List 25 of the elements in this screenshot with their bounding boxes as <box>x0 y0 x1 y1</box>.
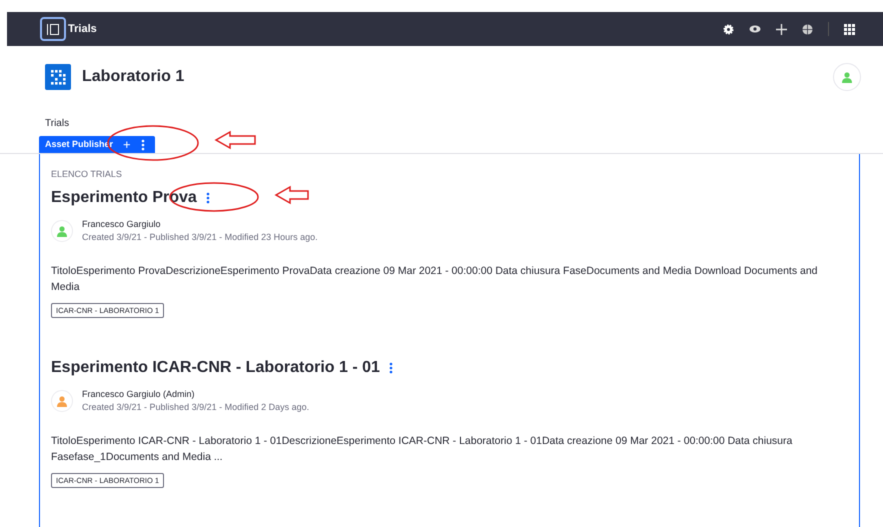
author-name: Francesco Gargiulo (Admin) <box>82 388 196 401</box>
kebab-icon[interactable] <box>206 192 210 204</box>
settings-icon[interactable] <box>723 24 734 34</box>
entry-summary: TitoloEsperimento ProvaDescrizioneEsperimento ProvaData creazione 09 Mar 2021 - 00:00:00 Data chiusura FaseDocuments and Media Download Documents and Media <box>51 264 819 294</box>
entry-meta: Created 3/9/21 - Published 3/9/21 - Modified 2 Days ago. <box>82 401 310 414</box>
site-logo-icon <box>45 64 71 90</box>
entry-title[interactable]: Esperimento ICAR-CNR - Laboratorio 1 - 01 <box>51 356 380 380</box>
globe-icon[interactable] <box>802 24 813 34</box>
user-icon <box>842 72 852 82</box>
callout-arrow <box>274 186 309 204</box>
callout-arrow <box>214 130 256 150</box>
breadcrumb-label: Trials <box>45 118 70 129</box>
page-title: Trials <box>68 22 97 37</box>
add-button[interactable]: + <box>123 138 131 151</box>
eye-icon[interactable] <box>749 25 761 33</box>
entry-summary: TitoloEsperimento ICAR-CNR - Laboratorio 1 - 01DescrizioneEsperimento ICAR-CNR - Laboratorio 1 - 01Data creazione 09 Mar 2021 - 00:00:00 Data chiusura Fasefase_1Documents and Media ... <box>51 434 794 464</box>
plus-icon[interactable] <box>776 24 787 34</box>
site-title: Laboratorio 1 <box>82 67 184 87</box>
entry-meta: Created 3/9/21 - Published 3/9/21 - Modified 23 Hours ago. <box>82 231 318 244</box>
kebab-icon[interactable] <box>140 138 145 150</box>
section-heading: ELENCO TRIALS <box>51 168 122 181</box>
sidebar-toggle-icon[interactable] <box>40 17 66 41</box>
author-name: Francesco Gargiulo <box>82 218 162 231</box>
apps-grid-icon[interactable] <box>844 24 855 34</box>
kebab-icon[interactable] <box>388 362 393 374</box>
